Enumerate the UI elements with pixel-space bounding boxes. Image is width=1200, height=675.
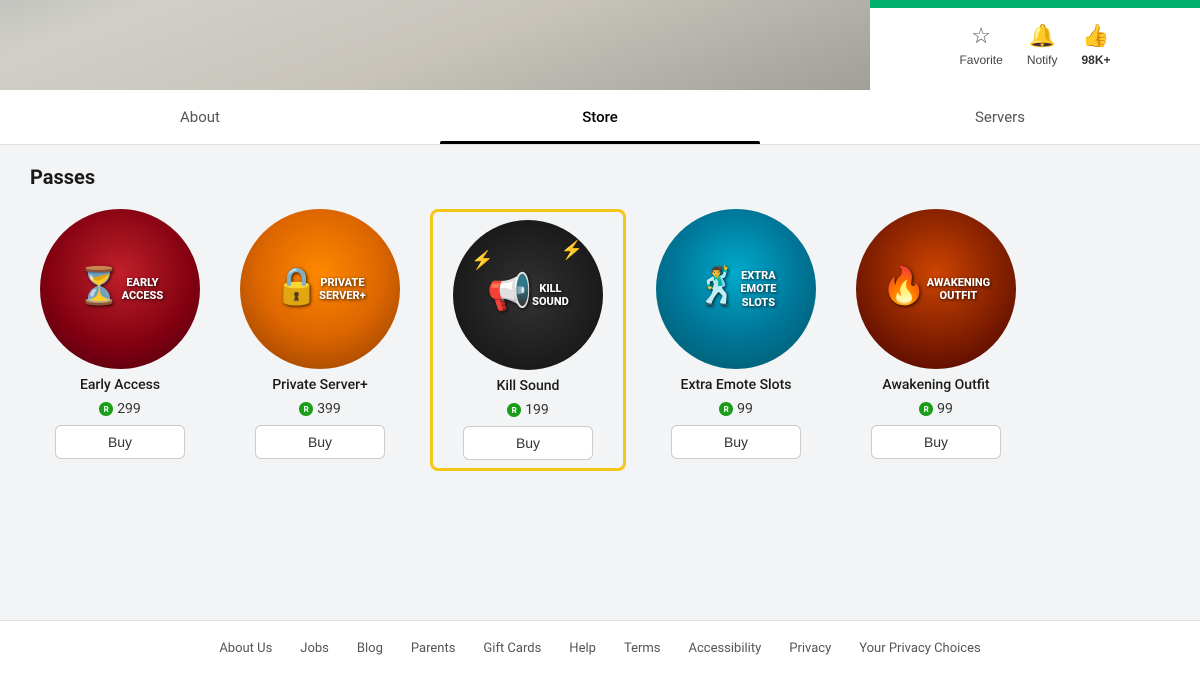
pass-name-private-server: Private Server+ (272, 377, 368, 393)
tab-about[interactable]: About (0, 90, 400, 144)
pass-card-early-access: ⏳ EARLYACCESS Early Access R 299 Buy (30, 209, 210, 459)
pass-image-extra-emote: 🕺 EXTRAEMOTESLOTS (656, 209, 816, 369)
count-label: 98K+ (1082, 53, 1111, 67)
pass-image-awakening: 🔥 AWAKENINGOUTFIT (856, 209, 1016, 369)
footer-link-privacy[interactable]: Privacy (789, 641, 831, 656)
passes-grid: ⏳ EARLYACCESS Early Access R 299 Buy 🔒 P… (30, 209, 1170, 471)
footer-link-terms[interactable]: Terms (624, 641, 661, 656)
favorite-button[interactable]: ☆ Favorite (959, 23, 1002, 67)
passes-title: Passes (30, 165, 1170, 189)
robux-icon-kill: R (507, 403, 521, 417)
footer-link-gift-cards[interactable]: Gift Cards (483, 641, 541, 656)
robux-icon-extra: R (719, 402, 733, 416)
robux-icon-awakening: R (919, 402, 933, 416)
pass-price-awakening: R 99 (919, 401, 953, 417)
fire-icon: 🔥 (882, 265, 927, 308)
lock-icon: 🔒 (274, 265, 319, 308)
footer-link-blog[interactable]: Blog (357, 641, 383, 656)
pass-card-extra-emote: 🕺 EXTRAEMOTESLOTS Extra Emote Slots R 99… (646, 209, 826, 459)
pass-name-awakening: Awakening Outfit (882, 377, 989, 393)
notify-label: Notify (1027, 53, 1058, 67)
pass-name-extra-emote: Extra Emote Slots (681, 377, 792, 393)
buy-button-kill-sound[interactable]: Buy (463, 426, 593, 460)
main-content: Passes ⏳ EARLYACCESS Early Access R 299 … (0, 145, 1200, 620)
buy-button-awakening[interactable]: Buy (871, 425, 1001, 459)
pass-name-early-access: Early Access (80, 377, 160, 393)
footer: About Us Jobs Blog Parents Gift Cards He… (0, 620, 1200, 675)
star-icon: ☆ (971, 23, 991, 49)
pass-price-kill-sound: R 199 (507, 402, 549, 418)
pass-image-private-server: 🔒 PRIVATESERVER+ (240, 209, 400, 369)
favorite-label: Favorite (959, 53, 1002, 67)
buy-button-extra-emote[interactable]: Buy (671, 425, 801, 459)
footer-link-help[interactable]: Help (569, 641, 596, 656)
footer-link-your-privacy[interactable]: Your Privacy Choices (859, 641, 980, 656)
footer-link-parents[interactable]: Parents (411, 641, 456, 656)
notify-button[interactable]: 🔔 Notify (1027, 23, 1058, 67)
dancer-icon: 🕺 (696, 265, 741, 308)
tab-servers[interactable]: Servers (800, 90, 1200, 144)
robux-icon-early: R (99, 402, 113, 416)
thumbsup-icon: 👍 (1082, 23, 1109, 49)
header: ☆ Favorite 🔔 Notify 👍 98K+ (0, 0, 1200, 90)
bell-icon: 🔔 (1028, 23, 1055, 49)
pass-card-awakening: 🔥 AWAKENINGOUTFIT Awakening Outfit R 99 … (846, 209, 1026, 459)
pass-image-kill-sound: 📢 KILLSOUND (453, 220, 603, 370)
pass-price-early-access: R 299 (99, 401, 141, 417)
pass-name-kill-sound: Kill Sound (497, 378, 560, 394)
footer-link-about-us[interactable]: About Us (219, 641, 272, 656)
pass-price-private-server: R 399 (299, 401, 341, 417)
count-button[interactable]: 👍 98K+ (1082, 23, 1111, 67)
footer-link-accessibility[interactable]: Accessibility (688, 641, 761, 656)
buy-button-private-server[interactable]: Buy (255, 425, 385, 459)
footer-link-jobs[interactable]: Jobs (300, 641, 329, 656)
tabs-bar: About Store Servers (0, 90, 1200, 145)
megaphone-icon: 📢 (487, 271, 532, 314)
header-actions: ☆ Favorite 🔔 Notify 👍 98K+ (870, 0, 1200, 90)
pass-image-early-access: ⏳ EARLYACCESS (40, 209, 200, 369)
hourglass-icon: ⏳ (77, 265, 122, 308)
pass-price-extra-emote: R 99 (719, 401, 753, 417)
buy-button-early-access[interactable]: Buy (55, 425, 185, 459)
header-image (0, 0, 870, 90)
robux-icon-private: R (299, 402, 313, 416)
pass-card-private-server: 🔒 PRIVATESERVER+ Private Server+ R 399 B… (230, 209, 410, 459)
tab-store[interactable]: Store (400, 90, 800, 144)
pass-card-kill-sound: 📢 KILLSOUND Kill Sound R 199 Buy (430, 209, 626, 471)
green-top-bar (870, 0, 1200, 8)
